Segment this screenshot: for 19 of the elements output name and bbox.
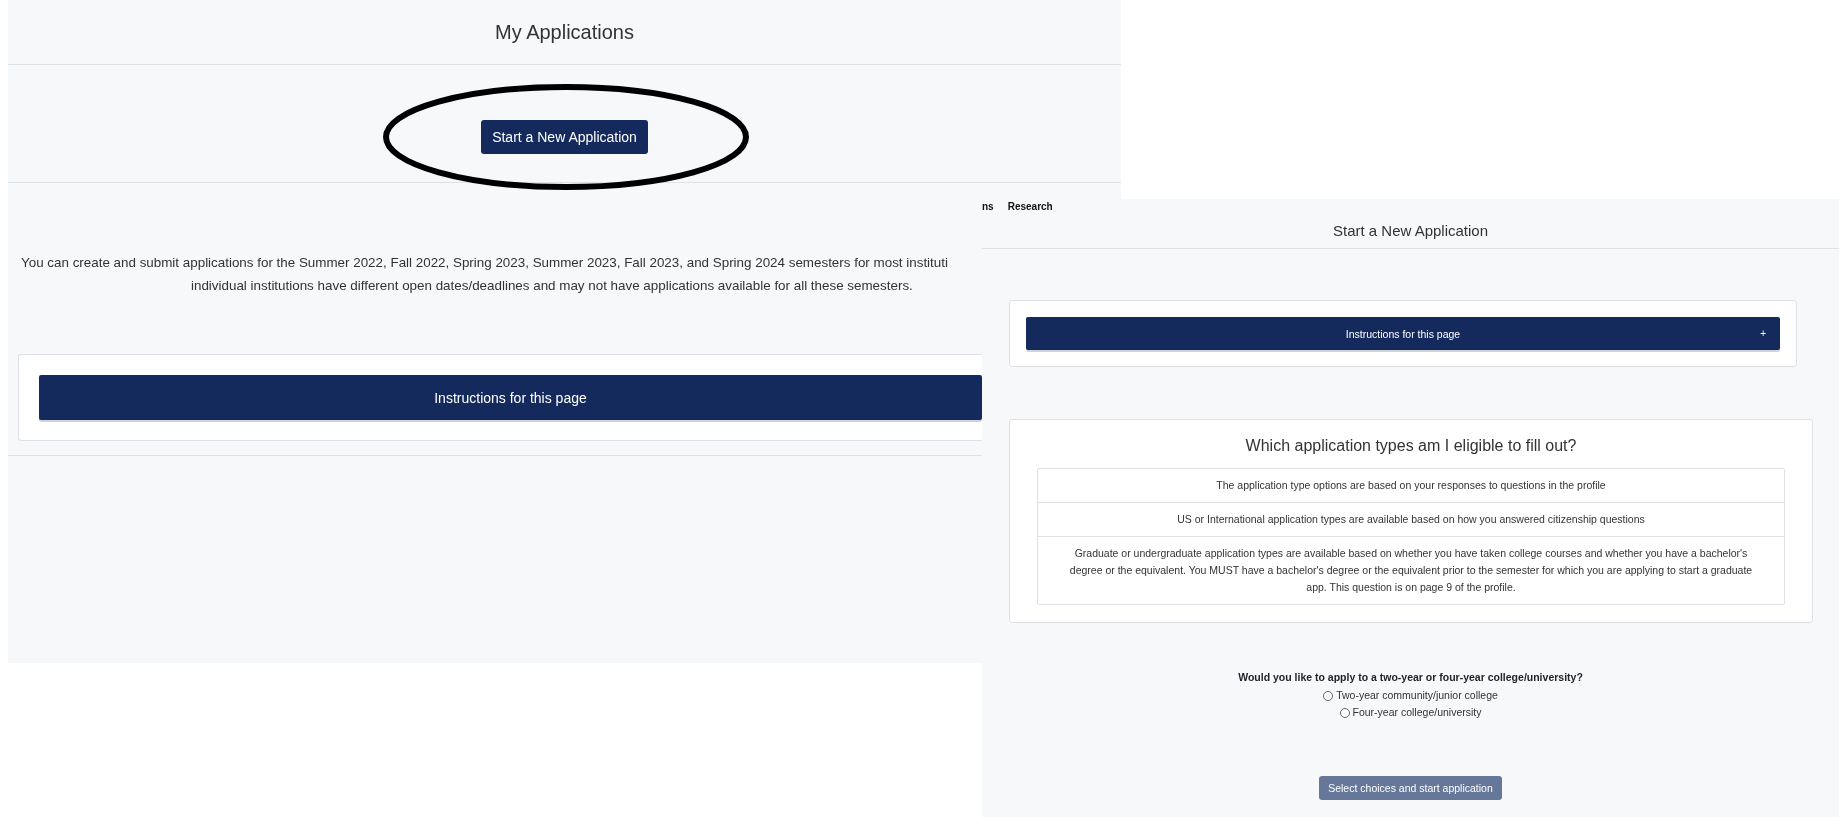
nav-link[interactable]: Research [1007,201,1053,213]
table-row: US or International application types are available based on how you answered citizenship questions [1038,502,1784,536]
table-row-text: The application type options are based on your responses to questions in the profile [1215,478,1607,493]
option-label: Two-year community/junior college [1336,688,1498,703]
intro-text: You can create and submit applications for the Summer 2022, Fall 2022, Spring 2023, Summer 2023, Fall 2023, and Spring 2024 semesters for most instituti [20,254,949,272]
table-row: Graduate or undergraduate application types are available based on whether you have taken college courses and whether you have a bachelor's degree or the equivalent. You MUST have a bachelor's degree or the equivalent prior to the semester for which you are applying to start a graduate app. This question is on page 9 of the profile. [1038,536,1784,604]
intro-text: individual institutions have different open dates/deadlines and may not have applications available for all these semesters. [190,277,914,295]
nav-link[interactable]: ns [982,201,994,213]
instructions-bar[interactable]: Instructions for this page + [1026,317,1780,350]
plus-icon: + [1760,328,1766,339]
page-title: Start a New Application [1331,222,1490,239]
instructions-bar[interactable]: Instructions for this page [39,375,982,420]
question-text: Would you like to apply to a two-year or four-year college/university? [1237,671,1584,683]
section-heading: Which application types am I eligible to fill out? [1244,437,1578,455]
radio-button[interactable] [1339,707,1350,718]
option-label: Four-year college/university [1352,705,1482,720]
page-title: My Applications [495,20,634,44]
radio-button[interactable] [1323,690,1334,701]
start-application-button[interactable]: Start a New Application [481,119,648,154]
